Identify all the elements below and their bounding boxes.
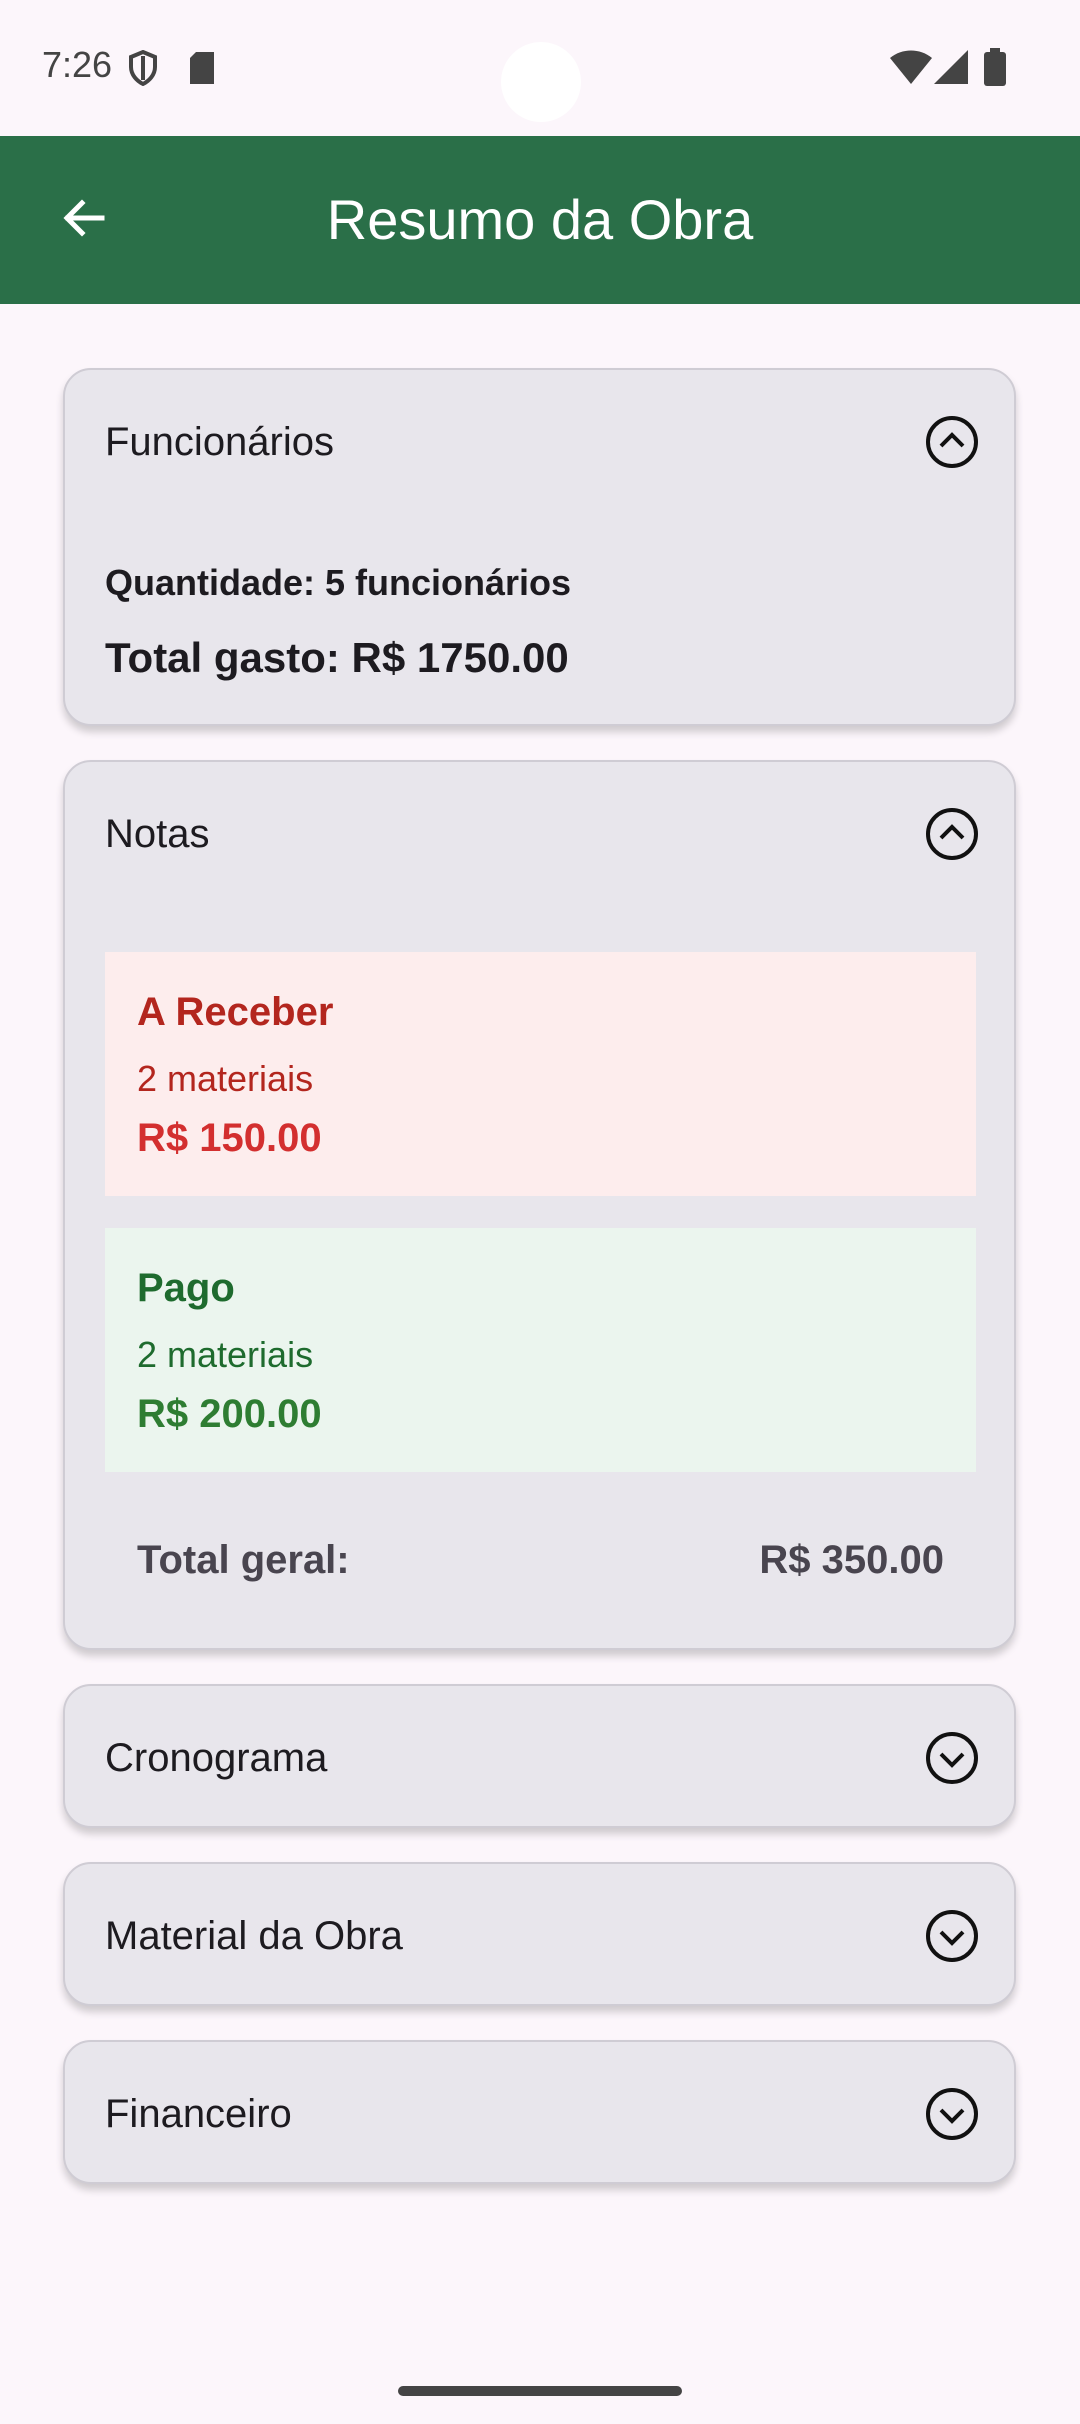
total-geral-label: Total geral:: [137, 1538, 350, 1582]
status-time: 7:26: [42, 44, 113, 85]
chevron-down-icon[interactable]: [924, 1908, 980, 1964]
wifi-icon: [890, 50, 932, 89]
a-receber-value: R$ 150.00: [137, 1116, 322, 1160]
total-geral-row: Total geral: R$ 350.00: [105, 1500, 976, 1620]
funcionarios-card: Funcionários Quantidade: 5 funcionários …: [63, 368, 1016, 726]
pago-value: R$ 200.00: [137, 1392, 322, 1436]
notas-title: Notas: [105, 812, 210, 856]
financeiro-title: Financeiro: [105, 2092, 292, 2136]
total-geral-value: R$ 350.00: [759, 1538, 944, 1582]
chevron-up-icon[interactable]: [924, 414, 980, 470]
pago-title: Pago: [137, 1266, 235, 1310]
funcionarios-quantidade: Quantidade: 5 funcionários: [105, 562, 572, 603]
cronograma-title: Cronograma: [105, 1736, 328, 1780]
notas-header[interactable]: Notas: [65, 762, 1014, 906]
battery-icon: [984, 48, 1006, 91]
chevron-down-icon[interactable]: [924, 2086, 980, 2142]
signal-icon: [934, 50, 968, 89]
status-bar: 7:26: [0, 0, 1080, 136]
summary-list: Funcionários Quantidade: 5 funcionários …: [63, 368, 1016, 2218]
camera-cutout: [501, 42, 581, 122]
page-title: Resumo da Obra: [326, 188, 754, 251]
material-header[interactable]: Material da Obra: [65, 1864, 1014, 2008]
home-indicator[interactable]: [398, 2386, 682, 2396]
a-receber-box: A Receber 2 materiais R$ 150.00: [105, 952, 976, 1196]
funcionarios-header[interactable]: Funcionários: [65, 370, 1014, 514]
notas-card: Notas A Receber 2 materiais R$ 150.00 Pa…: [63, 760, 1016, 1650]
material-card[interactable]: Material da Obra: [63, 1862, 1016, 2006]
financeiro-card[interactable]: Financeiro: [63, 2040, 1016, 2184]
chevron-up-icon[interactable]: [924, 806, 980, 862]
material-title: Material da Obra: [105, 1914, 403, 1958]
pago-box: Pago 2 materiais R$ 200.00: [105, 1228, 976, 1472]
a-receber-title: A Receber: [137, 990, 334, 1034]
sd-card-icon: [188, 52, 216, 89]
chevron-down-icon[interactable]: [924, 1730, 980, 1786]
shield-icon: [128, 49, 158, 91]
a-receber-count: 2 materiais: [137, 1058, 314, 1099]
funcionarios-total-gasto: Total gasto: R$ 1750.00: [105, 634, 569, 681]
cronograma-card[interactable]: Cronograma: [63, 1684, 1016, 1828]
app-bar: Resumo da Obra: [0, 136, 1080, 304]
cronograma-header[interactable]: Cronograma: [65, 1686, 1014, 1830]
financeiro-header[interactable]: Financeiro: [65, 2042, 1014, 2186]
funcionarios-title: Funcionários: [105, 420, 335, 464]
pago-count: 2 materiais: [137, 1334, 314, 1375]
